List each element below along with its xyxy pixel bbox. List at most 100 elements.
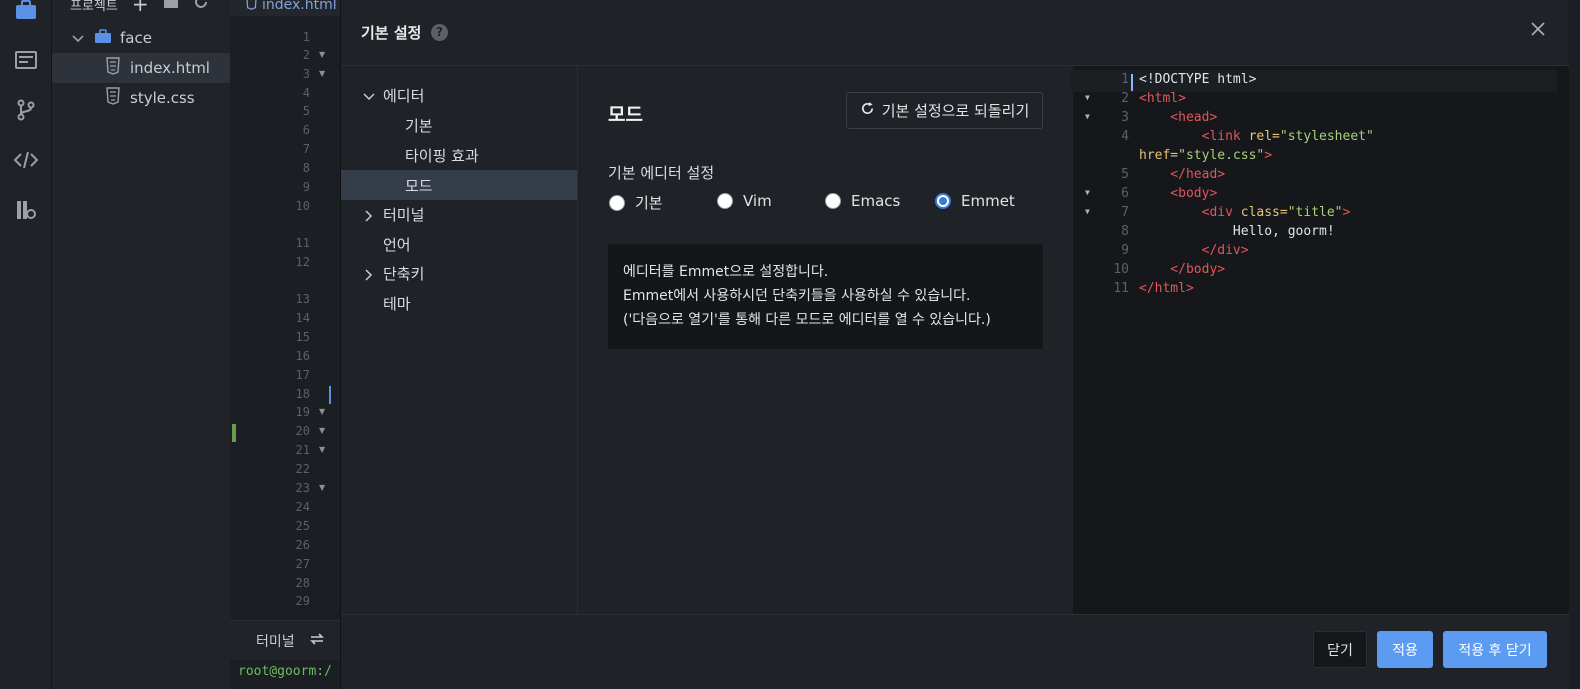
library-icon[interactable]	[14, 198, 38, 222]
radio-vim[interactable]: Vim	[717, 192, 772, 210]
code-token: Hello, goorm!	[1139, 224, 1335, 239]
fold-arrow-icon[interactable]: ▼	[319, 407, 325, 416]
close-icon[interactable]	[1529, 20, 1547, 38]
nav-shortcuts[interactable]: 단축키	[341, 258, 577, 288]
help-icon[interactable]: ?	[431, 24, 448, 41]
nav-label: 언어	[383, 235, 411, 254]
code-token: "stylesheet"	[1279, 129, 1374, 144]
sync-icon[interactable]	[309, 632, 325, 650]
line-number: 6	[302, 123, 310, 137]
radio-label: Vim	[743, 192, 772, 210]
code-token: <head>	[1139, 110, 1218, 125]
nav-label: 에디터	[383, 86, 425, 105]
dialog-title: 기본 설정	[361, 24, 422, 42]
activity-bar	[0, 0, 52, 689]
section-title: 모드	[608, 104, 643, 126]
fold-arrow-icon[interactable]: ▼	[319, 483, 325, 492]
apply-close-button[interactable]: 적용 후 닫기	[1443, 631, 1547, 668]
dialog-footer: 닫기 적용 적용 후 닫기	[341, 614, 1569, 689]
code-token: <html>	[1139, 91, 1186, 106]
line-number: 7	[302, 142, 310, 156]
preview-line-number: 11	[1113, 281, 1129, 296]
preview-code-line: 1 <!DOCTYPE html>	[1073, 72, 1569, 91]
radio-label: Emmet	[961, 192, 1015, 210]
line-number: 15	[295, 330, 310, 344]
preview-line-number: 7	[1121, 205, 1129, 220]
fold-arrow-icon[interactable]: ▼	[319, 426, 325, 435]
new-folder-icon[interactable]	[163, 0, 179, 13]
preview-line-number: 5	[1121, 167, 1129, 182]
explorer-header: 프로젝트 +	[70, 0, 209, 16]
reset-defaults-button[interactable]: 기본 설정으로 되돌리기	[846, 92, 1043, 129]
tree-file-index[interactable]: index.html	[52, 53, 230, 83]
fold-arrow-icon[interactable]: ▼	[1085, 112, 1090, 121]
nav-language[interactable]: 언어	[341, 229, 577, 259]
editor-tab[interactable]: index.html	[230, 0, 340, 16]
refresh-icon[interactable]	[193, 0, 209, 14]
code-token: "title"	[1287, 205, 1343, 220]
line-number: 4	[302, 86, 310, 100]
nav-label: 테마	[383, 294, 411, 313]
code-icon[interactable]	[14, 148, 38, 172]
code-token: "style.css"	[1178, 148, 1265, 163]
nav-mode[interactable]: 모드	[341, 170, 577, 200]
git-branch-icon[interactable]	[14, 98, 38, 122]
preview-code-text: </div>	[1139, 243, 1249, 258]
code-token: </body>	[1139, 262, 1226, 277]
fold-arrow-icon[interactable]: ▼	[1085, 207, 1090, 216]
line-number: 16	[295, 349, 310, 363]
nav-terminal[interactable]: 터미널	[341, 199, 577, 229]
line-number: 20	[295, 424, 310, 438]
apply-button[interactable]: 적용	[1377, 631, 1433, 668]
tree-folder-face[interactable]: face	[52, 23, 230, 53]
nav-theme[interactable]: 테마	[341, 288, 577, 318]
editor-mode-label: 기본 에디터 설정	[608, 164, 715, 182]
fold-arrow-icon[interactable]: ▼	[1085, 93, 1090, 102]
preview-line-number: 6	[1121, 186, 1129, 201]
line-number: 13	[295, 292, 310, 306]
code-token: <div	[1139, 205, 1241, 220]
mode-description: 에디터를 Emmet으로 설정합니다. Emmet에서 사용하시던 단축키들을 …	[608, 244, 1043, 349]
line-number: 26	[295, 538, 310, 552]
close-button[interactable]: 닫기	[1313, 631, 1367, 668]
tree-file-style[interactable]: style.css	[52, 83, 230, 113]
preview-line-number: 9	[1121, 243, 1129, 258]
nav-typing-effect[interactable]: 타이핑 효과	[341, 140, 577, 170]
radio-circle-selected[interactable]	[935, 193, 951, 209]
line-number: 22	[295, 462, 310, 476]
radio-circle[interactable]	[609, 194, 625, 211]
code-token: <body>	[1139, 186, 1218, 201]
reset-label: 기본 설정으로 되돌리기	[881, 102, 1030, 120]
line-number: 25	[295, 519, 310, 533]
outline-icon[interactable]	[14, 48, 38, 72]
radio-emmet[interactable]: Emmet	[935, 192, 1015, 210]
radio-emacs[interactable]: Emacs	[825, 192, 900, 210]
fold-arrow-icon[interactable]: ▼	[1085, 188, 1090, 197]
preview-code-text: <body>	[1139, 186, 1217, 201]
code-token: </div>	[1139, 243, 1249, 258]
preview-code-text: <!DOCTYPE html>	[1139, 72, 1256, 87]
fold-arrow-icon[interactable]: ▼	[319, 445, 325, 454]
terminal-tab[interactable]: 터미널	[256, 631, 295, 651]
fold-arrow-icon[interactable]: ▼	[319, 69, 325, 78]
nav-label: 기본	[405, 116, 433, 135]
add-icon[interactable]: +	[132, 0, 149, 16]
radio-circle[interactable]	[717, 193, 733, 209]
modified-marker	[232, 424, 236, 442]
cursor-line-marker	[329, 386, 331, 404]
preview-code-text: href="style.css">	[1139, 148, 1272, 163]
fold-arrow-icon[interactable]: ▼	[319, 50, 325, 59]
line-number: 24	[295, 500, 310, 514]
settings-dialog: 기본 설정 ? 에디터 기본 타이핑 효과 모드 터미널 언어 단축키 테마 모…	[340, 0, 1569, 689]
code-preview: 1 <!DOCTYPE html> ▼ 2 <html> ▼ 3 <head> 4 <link…	[1071, 66, 1569, 614]
terminal-prompt: root@goorm:/	[238, 664, 332, 679]
nav-basic[interactable]: 기본	[341, 110, 577, 140]
radio-circle[interactable]	[825, 193, 841, 209]
radio-basic[interactable]: 기본	[609, 192, 663, 213]
project-icon[interactable]	[14, 0, 38, 22]
nav-label: 타이핑 효과	[405, 146, 479, 165]
nav-editor[interactable]: 에디터	[341, 80, 577, 110]
preview-code-text: </html>	[1139, 281, 1194, 296]
description-line: 에디터를 Emmet으로 설정합니다.	[623, 264, 829, 280]
html-file-icon	[246, 0, 257, 14]
